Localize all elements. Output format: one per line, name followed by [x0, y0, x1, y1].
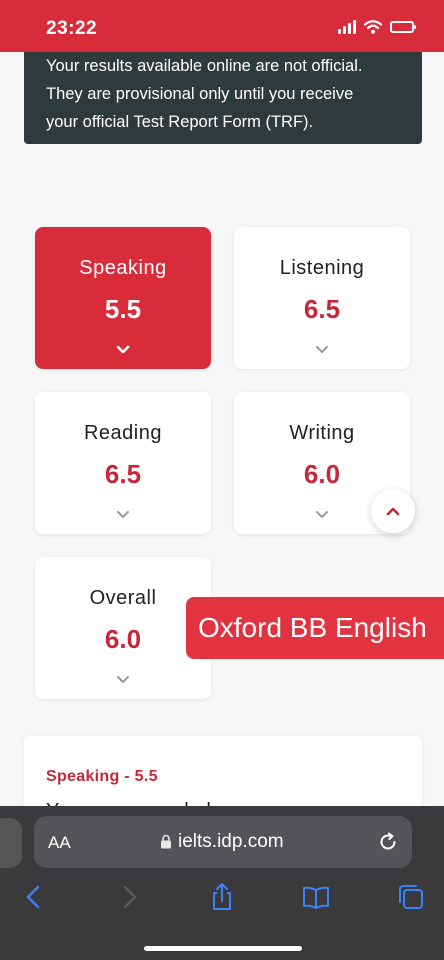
back-icon[interactable]	[19, 882, 49, 912]
chevron-down-icon	[316, 346, 328, 353]
signal-icon	[338, 20, 356, 34]
notice-line: your official Test Report Form (TRF).	[46, 113, 314, 131]
forward-icon[interactable]	[114, 882, 144, 912]
text-size-button[interactable]: AA	[48, 833, 71, 853]
previous-tab-preview[interactable]	[0, 818, 22, 868]
battery-icon	[390, 21, 416, 33]
score-value: 6.0	[303, 459, 341, 489]
chevron-down-icon	[117, 511, 129, 518]
status-bar: 23:22	[0, 0, 444, 52]
bookmarks-icon[interactable]	[301, 882, 331, 912]
score-label: Writing	[289, 422, 355, 444]
score-label: Overall	[89, 587, 157, 609]
tabs-icon[interactable]	[396, 882, 426, 912]
score-value: 6.0	[104, 624, 142, 654]
lock-icon	[161, 834, 171, 849]
score-card-listening[interactable]: Listening 6.5	[234, 227, 410, 369]
watermark-banner: Oxford BB English	[186, 597, 444, 659]
score-value: 6.5	[303, 294, 341, 324]
url-text: ielts.idp.com	[178, 831, 284, 852]
score-label: Listening	[279, 257, 365, 279]
score-value: 5.5	[104, 294, 142, 324]
notice-line: Your results available online are not of…	[46, 57, 363, 75]
home-indicator	[144, 946, 302, 951]
browser-toolbar: AA ielts.idp.com	[0, 806, 444, 960]
status-time: 23:22	[46, 18, 98, 39]
chevron-down-icon	[117, 676, 129, 683]
scroll-top-button[interactable]	[371, 489, 415, 533]
wifi-icon	[364, 20, 382, 34]
score-card-overall[interactable]: Overall 6.0	[35, 557, 211, 699]
score-label: Speaking	[79, 257, 167, 279]
notice-line: They are provisional only until you rece…	[46, 85, 354, 103]
share-icon[interactable]	[207, 882, 237, 912]
score-card-reading[interactable]: Reading 6.5	[35, 392, 211, 534]
score-label: Reading	[83, 422, 162, 444]
score-card-speaking[interactable]: Speaking 5.5	[35, 227, 211, 369]
reload-icon[interactable]	[377, 831, 399, 853]
chevron-up-icon	[386, 507, 400, 516]
score-value: 6.5	[104, 459, 142, 489]
chevron-down-icon	[116, 345, 130, 354]
chevron-down-icon	[316, 511, 328, 518]
address-bar[interactable]: AA ielts.idp.com	[34, 816, 412, 868]
status-icons	[338, 20, 416, 34]
detail-title: Speaking - 5.5	[46, 768, 158, 785]
